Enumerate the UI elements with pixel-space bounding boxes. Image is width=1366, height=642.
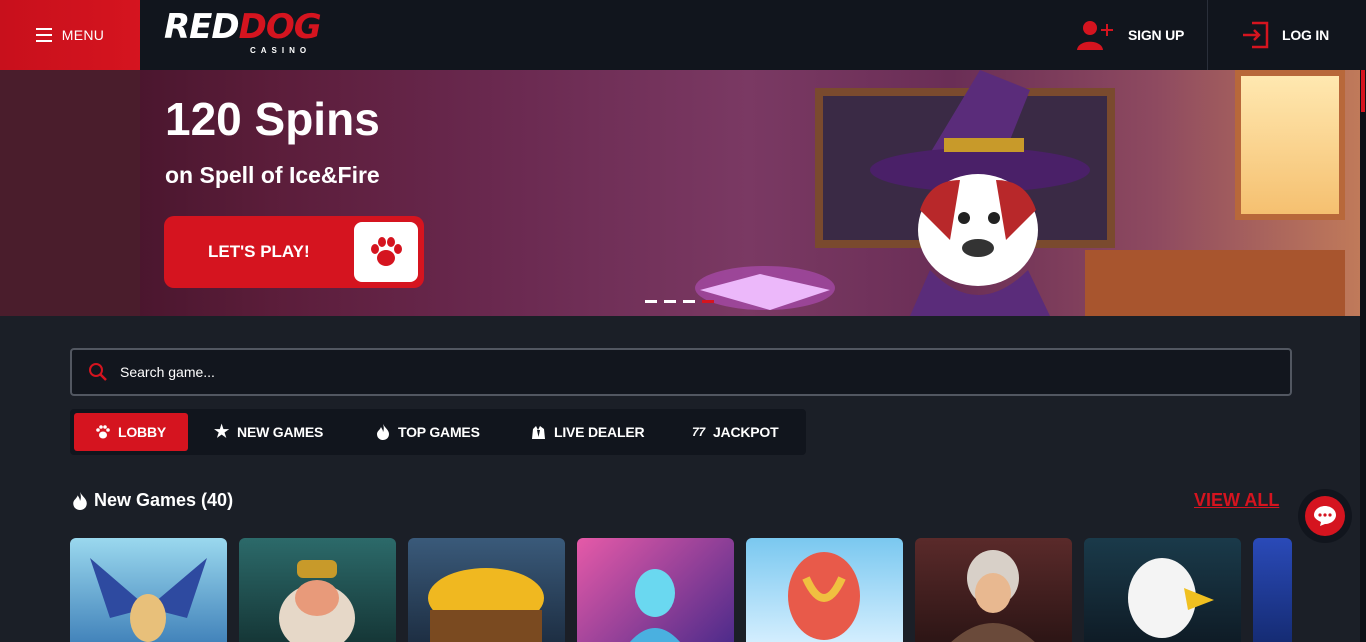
tab-lobby[interactable]: LOBBY: [74, 413, 189, 451]
login-icon: [1243, 21, 1269, 49]
red-dog-logo[interactable]: REDDOG CASINO: [164, 10, 334, 58]
tab-live-dealer[interactable]: LIVE DEALER: [531, 413, 645, 451]
menu-button[interactable]: MENU: [0, 0, 140, 70]
tab-jackpot[interactable]: 77 JACKPOT: [692, 413, 779, 451]
game-card-partial[interactable]: [1253, 538, 1292, 642]
game-card[interactable]: [1084, 538, 1241, 642]
flame-icon: [377, 424, 389, 440]
tab-label: LOBBY: [118, 424, 167, 440]
carousel-dot[interactable]: [645, 300, 657, 303]
lets-play-label: LET'S PLAY!: [208, 242, 310, 261]
bookshelf-illustration: [0, 70, 140, 316]
dealer-icon: [532, 425, 545, 439]
tab-new-games[interactable]: ★ NEW GAMES: [214, 413, 323, 451]
spell-book-illustration: [695, 266, 835, 310]
sign-up-label: SIGN UP: [1128, 27, 1185, 43]
game-card[interactable]: [746, 538, 903, 642]
search-icon: [89, 363, 107, 381]
griffin-game-thumbnail: [90, 558, 207, 642]
game-category-tabs: LOBBY ★ NEW GAMES TOP GAMES LIVE DEALER …: [70, 409, 806, 455]
carousel-dot[interactable]: [664, 300, 676, 303]
add-user-icon: [1077, 21, 1113, 50]
game-card[interactable]: [577, 538, 734, 642]
tab-label: NEW GAMES: [237, 424, 324, 440]
log-in-label: LOG IN: [1282, 27, 1330, 43]
logo-red-text: RED: [164, 7, 240, 47]
logo-dog-text: DOG: [238, 7, 322, 47]
menu-label: MENU: [61, 27, 105, 43]
log-in-button[interactable]: LOG IN: [1240, 0, 1353, 70]
wizard-dog-mascot: [870, 70, 1090, 316]
balloon-game-thumbnail: [788, 552, 860, 640]
live-chat-button[interactable]: [1298, 489, 1352, 543]
sevens-icon: 77: [692, 425, 705, 439]
carousel-dot[interactable]: [683, 300, 695, 303]
tab-label: JACKPOT: [712, 424, 779, 440]
lets-play-button[interactable]: LET'S PLAY!: [164, 216, 424, 288]
sign-up-button[interactable]: SIGN UP: [1076, 0, 1208, 70]
search-bar: [70, 348, 1292, 396]
top-header: MENU REDDOG CASINO SIGN UP LOG IN: [0, 0, 1366, 70]
hamburger-icon: [35, 28, 52, 42]
eagle-game-thumbnail: [1128, 558, 1214, 638]
tab-label: TOP GAMES: [398, 424, 480, 440]
desk-illustration: [1085, 250, 1345, 316]
carousel-dots: [645, 300, 714, 303]
window-illustration: [1235, 70, 1345, 220]
tab-label: LIVE DEALER: [554, 424, 645, 440]
carousel-dot-active[interactable]: [702, 300, 714, 303]
grandma-game-thumbnail: [951, 550, 1035, 642]
search-input[interactable]: [120, 364, 1220, 380]
gold-chest-game-thumbnail: [428, 568, 544, 642]
gnome-game-thumbnail: [279, 560, 355, 642]
section-title: New Games (40): [72, 490, 233, 511]
game-card[interactable]: [239, 538, 396, 642]
page-scrollbar[interactable]: [1360, 70, 1366, 642]
logo-casino-text: CASINO: [250, 46, 312, 55]
scrollbar-thumb[interactable]: [1361, 70, 1365, 112]
hero-banner: 120 Spins on Spell of Ice&Fire LET'S PLA…: [0, 70, 1360, 316]
paw-icon: [354, 222, 418, 282]
game-card[interactable]: [70, 538, 227, 642]
ice-spirit-game-thumbnail: [629, 569, 681, 642]
star-icon: ★: [214, 422, 230, 441]
new-games-row: [70, 538, 1292, 642]
chat-icon: [1305, 496, 1345, 536]
tab-top-games[interactable]: TOP GAMES: [376, 413, 480, 451]
hero-title: 120 Spins: [165, 93, 380, 145]
view-all-link[interactable]: VIEW ALL: [1194, 490, 1279, 511]
paw-icon: [96, 425, 110, 439]
game-card[interactable]: [408, 538, 565, 642]
section-title-text: New Games (40): [94, 490, 234, 510]
game-card[interactable]: [915, 538, 1072, 642]
flame-icon: [73, 491, 87, 510]
hero-subtitle: on Spell of Ice&Fire: [165, 162, 380, 188]
